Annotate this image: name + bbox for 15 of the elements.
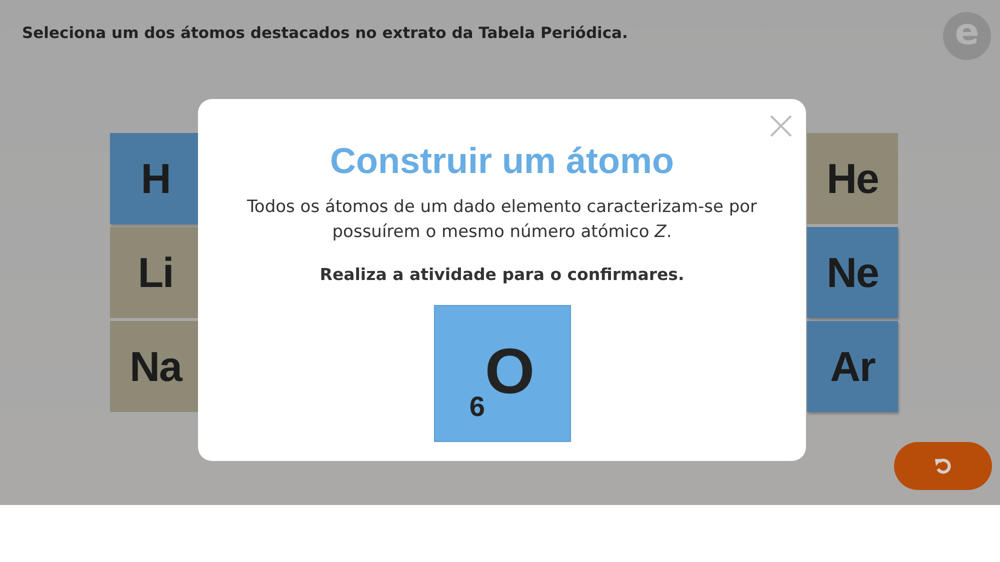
element-tile: He xyxy=(807,133,898,224)
close-button[interactable] xyxy=(770,113,792,135)
element-tile[interactable]: Ar xyxy=(807,321,898,412)
atomic-number: 6 xyxy=(469,393,485,422)
undo-icon xyxy=(934,457,952,475)
dialog-text: Todos os átomos de um dado elemento caracterizam-se por possuírem o mesmo número atómico Z. xyxy=(246,196,758,244)
element-tile: Na xyxy=(110,321,201,412)
instruction-text: Seleciona um dos átomos destacados no extrato da Tabela Periódica. xyxy=(22,23,628,44)
reset-button[interactable] xyxy=(894,442,992,490)
element-tile[interactable]: H xyxy=(110,133,201,224)
element-symbol: O xyxy=(484,339,535,404)
element-tile: Li xyxy=(110,227,201,318)
dialog-note: Realiza a atividade para o confirmares. xyxy=(318,264,686,286)
element-tile[interactable]: Ne xyxy=(807,227,898,318)
dialog-title: Construir um átomo xyxy=(328,141,675,181)
